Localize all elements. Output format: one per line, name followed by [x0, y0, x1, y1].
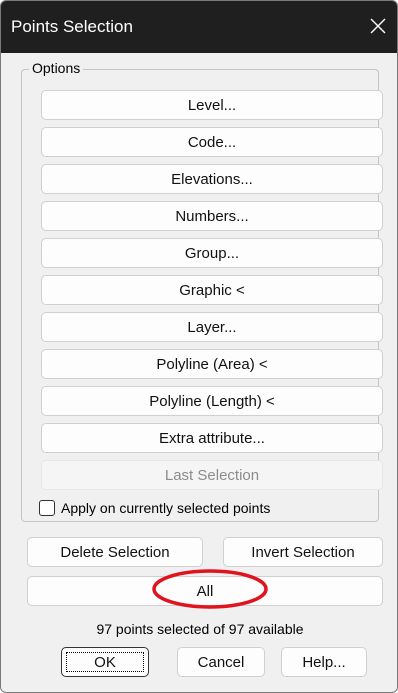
help-button[interactable]: Help... — [281, 647, 367, 677]
polyline-length-button[interactable]: Polyline (Length) < — [41, 386, 383, 416]
selection-status: 97 points selected of 97 available — [96, 621, 304, 637]
level-button[interactable]: Level... — [41, 90, 383, 120]
close-icon[interactable] — [363, 11, 393, 41]
dialog-title: Points Selection — [11, 17, 133, 36]
invert-selection-button[interactable]: Invert Selection — [223, 537, 383, 567]
elevations-button[interactable]: Elevations... — [41, 164, 383, 194]
cancel-button[interactable]: Cancel — [177, 647, 265, 677]
extra-attribute-button[interactable]: Extra attribute... — [41, 423, 383, 453]
delete-selection-button[interactable]: Delete Selection — [27, 537, 203, 567]
all-button[interactable]: All — [27, 576, 383, 606]
numbers-button[interactable]: Numbers... — [41, 201, 383, 231]
group-button[interactable]: Group... — [41, 238, 383, 268]
graphic-button[interactable]: Graphic < — [41, 275, 383, 305]
polyline-area-button[interactable]: Polyline (Area) < — [41, 349, 383, 379]
ok-button[interactable]: OK — [61, 647, 149, 677]
focus-rectangle — [66, 652, 144, 672]
last-selection-button: Last Selection — [41, 460, 383, 490]
apply-on-selected-checkbox-row[interactable]: Apply on currently selected points — [39, 497, 270, 519]
options-group-label: Options — [29, 60, 84, 76]
layer-button[interactable]: Layer... — [41, 312, 383, 342]
apply-on-selected-checkbox[interactable] — [39, 500, 55, 516]
title-bar[interactable]: Points Selection — [1, 1, 397, 53]
points-selection-dialog: Points Selection Options Level... Code..… — [0, 0, 398, 693]
apply-on-selected-label: Apply on currently selected points — [61, 500, 271, 516]
code-button[interactable]: Code... — [41, 127, 383, 157]
